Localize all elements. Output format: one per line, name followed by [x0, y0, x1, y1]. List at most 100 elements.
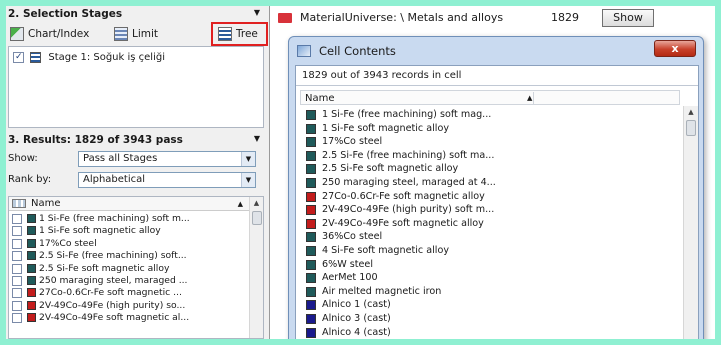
collapse-caret-icon[interactable]: ▼: [254, 8, 260, 17]
limit-icon: [114, 27, 128, 41]
list-item[interactable]: 2V-49Co-49Fe soft magnetic alloy: [300, 217, 680, 231]
stage-checkbox[interactable]: [13, 50, 24, 64]
item-checkbox[interactable]: [12, 288, 22, 299]
material-color-icon: [27, 226, 36, 236]
item-checkbox[interactable]: [12, 238, 22, 249]
app-frame: 2. Selection Stages ▼ Chart/Index Limit …: [6, 6, 715, 339]
material-name: 2V-49Co-49Fe soft magnetic al...: [39, 312, 190, 324]
cell-scrollbar[interactable]: ▲: [683, 106, 698, 339]
results-column-header[interactable]: Name ▲: [9, 197, 249, 211]
columns-icon: [12, 199, 26, 208]
collapse-caret-icon[interactable]: ▼: [254, 134, 260, 143]
material-name: 17%Co steel: [322, 136, 383, 148]
list-item[interactable]: 1 Si-Fe (free machining) soft mag...: [300, 108, 680, 122]
list-item[interactable]: 2.5 Si-Fe soft magnetic alloy: [300, 162, 680, 176]
material-color-icon: [306, 300, 316, 311]
list-item[interactable]: 2.5 Si-Fe (free machining) soft...: [9, 250, 249, 262]
list-item[interactable]: 17%Co steel: [9, 238, 249, 250]
list-item[interactable]: 6%W steel: [300, 258, 680, 272]
material-color-icon: [306, 191, 316, 202]
chevron-down-icon[interactable]: ▼: [241, 152, 255, 166]
cell-column-header[interactable]: Name ▲: [300, 90, 680, 105]
material-color-icon: [27, 251, 36, 261]
material-name: 2V-49Co-49Fe (high purity) soft m...: [322, 204, 495, 216]
tree-highlight-box: [211, 22, 268, 46]
results-scrollbar[interactable]: ▲: [249, 197, 263, 338]
cell-contents-window: Cell Contents x 1829 out of 3943 records…: [288, 36, 704, 339]
results-header[interactable]: 3. Results: 1829 of 3943 pass ▼: [8, 134, 264, 148]
list-item[interactable]: Air melted magnetic iron: [300, 285, 680, 299]
list-item[interactable]: 27Co-0.6Cr-Fe soft magnetic ...: [9, 287, 249, 299]
list-item[interactable]: 2.5 Si-Fe (free machining) soft ma...: [300, 149, 680, 163]
list-item[interactable]: 36%Co steel: [300, 230, 680, 244]
material-name: 250 maraging steel, maraged ...: [39, 274, 188, 286]
sort-asc-icon: ▲: [527, 94, 533, 102]
rank-row: Rank by: Alphabetical ▼: [8, 172, 264, 188]
show-button[interactable]: Show: [602, 9, 654, 27]
column-separator: [533, 92, 534, 104]
cell-window-titlebar[interactable]: Cell Contents: [297, 41, 396, 61]
cell-material-list: 1 Si-Fe (free machining) soft mag... 1 Si…: [300, 108, 680, 339]
item-checkbox[interactable]: [12, 275, 22, 286]
stage-item[interactable]: Stage 1: Soğuk iş çeliği: [13, 50, 165, 65]
list-item[interactable]: 2V-49Co-49Fe (high purity) so...: [9, 300, 249, 312]
item-checkbox[interactable]: [12, 214, 22, 224]
material-name: 250 maraging steel, maraged at 4...: [322, 176, 496, 188]
selection-stages-header[interactable]: 2. Selection Stages ▼: [8, 8, 264, 22]
results-rows: 1 Si-Fe (free machining) soft m... 1 Si-F…: [9, 213, 249, 325]
material-color-icon: [306, 164, 316, 175]
material-color-icon: [306, 313, 316, 324]
item-checkbox[interactable]: [12, 251, 22, 262]
material-color-icon: [306, 259, 316, 270]
item-checkbox[interactable]: [12, 226, 22, 237]
tree-stage-icon: [30, 51, 42, 63]
chevron-down-icon[interactable]: ▼: [241, 173, 255, 187]
limit-label: Limit: [132, 28, 159, 40]
list-item[interactable]: Alnico 4 (cast): [300, 326, 680, 340]
list-item[interactable]: 4 Si-Fe soft magnetic alloy: [300, 244, 680, 258]
material-name: 1 Si-Fe soft magnetic alloy: [39, 225, 161, 237]
material-name: 4 Si-Fe soft magnetic alloy: [322, 244, 450, 256]
list-item[interactable]: 17%Co steel: [300, 135, 680, 149]
show-label: Show:: [8, 153, 38, 164]
list-item[interactable]: 2.5 Si-Fe soft magnetic alloy: [9, 263, 249, 275]
item-checkbox[interactable]: [12, 263, 22, 274]
item-checkbox[interactable]: [12, 300, 22, 311]
close-button[interactable]: x: [654, 40, 696, 57]
material-name: 36%Co steel: [322, 231, 383, 243]
sort-asc-icon: ▲: [237, 200, 243, 208]
record-count: 1829: [551, 11, 579, 24]
list-item[interactable]: 2V-49Co-49Fe soft magnetic al...: [9, 312, 249, 324]
material-name: 1 Si-Fe soft magnetic alloy: [322, 122, 450, 134]
list-item[interactable]: 250 maraging steel, maraged at 4...: [300, 176, 680, 190]
material-name: Alnico 1 (cast): [322, 299, 391, 311]
material-name: 2.5 Si-Fe (free machining) soft...: [39, 250, 187, 262]
list-item[interactable]: Alnico 3 (cast): [300, 312, 680, 326]
limit-button[interactable]: Limit: [112, 24, 158, 44]
results-column-name: Name: [31, 198, 61, 209]
list-item[interactable]: Alnico 1 (cast): [300, 298, 680, 312]
rank-select[interactable]: Alphabetical ▼: [78, 172, 256, 188]
material-color-icon: [306, 286, 316, 297]
selection-stages-title: 2. Selection Stages: [8, 8, 123, 20]
chart-index-button[interactable]: Chart/Index: [8, 24, 89, 44]
material-color-icon: [27, 300, 36, 310]
material-color-icon: [306, 123, 316, 134]
list-item[interactable]: 2V-49Co-49Fe (high purity) soft m...: [300, 203, 680, 217]
scroll-up-icon[interactable]: ▲: [250, 197, 263, 209]
list-item[interactable]: 1 Si-Fe (free machining) soft m...: [9, 213, 249, 225]
list-item[interactable]: 27Co-0.6Cr-Fe soft magnetic alloy: [300, 190, 680, 204]
show-select[interactable]: Pass all Stages ▼: [78, 151, 256, 167]
show-value: Pass all Stages: [83, 153, 158, 164]
scroll-thumb[interactable]: [686, 120, 696, 136]
rank-label: Rank by:: [8, 174, 52, 185]
list-item[interactable]: 250 maraging steel, maraged ...: [9, 275, 249, 287]
list-item[interactable]: 1 Si-Fe soft magnetic alloy: [300, 122, 680, 136]
material-color-icon: [306, 205, 316, 216]
scroll-up-icon[interactable]: ▲: [684, 106, 698, 118]
material-name: 1 Si-Fe (free machining) soft mag...: [322, 109, 492, 120]
list-item[interactable]: 1 Si-Fe soft magnetic alloy: [9, 225, 249, 237]
scroll-thumb[interactable]: [252, 211, 262, 225]
item-checkbox[interactable]: [12, 313, 22, 324]
list-item[interactable]: AerMet 100: [300, 271, 680, 285]
